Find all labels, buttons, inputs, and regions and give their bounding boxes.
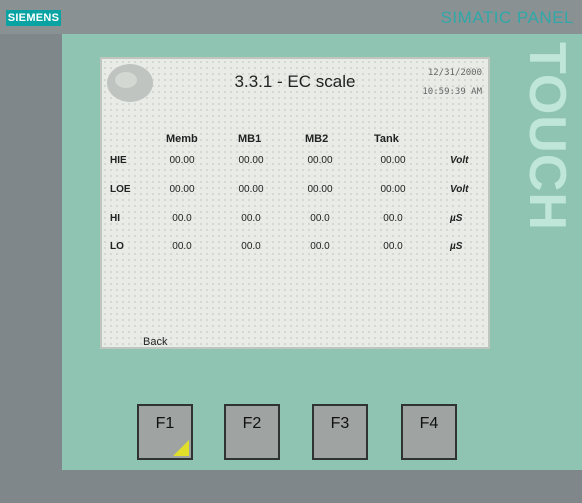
row-label-loe: LOE [110,184,131,195]
value-field[interactable]: 00.00 [370,155,416,166]
unit-label: Volt [450,155,469,166]
value-field[interactable]: 00.00 [159,155,205,166]
time-display: 10:59:39 AM [422,87,482,97]
value-field[interactable]: 00.0 [297,241,343,252]
f1-button[interactable]: F1 [137,404,193,460]
top-bar: SIEMENS SIMATIC PANEL [0,0,582,34]
value-field[interactable]: 00.00 [228,184,274,195]
value-field[interactable]: 00.00 [370,184,416,195]
column-header-mb1: MB1 [238,133,262,145]
f4-label: F4 [419,415,439,432]
value-field[interactable]: 00.00 [297,155,343,166]
indicator-triangle-icon [173,440,189,456]
date-display: 12/31/2000 [427,68,482,78]
screen-grid [102,59,488,347]
back-button[interactable]: Back [143,336,167,348]
value-field[interactable]: 00.0 [370,241,416,252]
touch-label: TOUCH [518,34,582,234]
unit-label: Volt [450,184,469,195]
value-field[interactable]: 00.00 [228,155,274,166]
column-header-mb2: MB2 [305,133,329,145]
f3-button[interactable]: F3 [312,404,368,460]
f4-button[interactable]: F4 [401,404,457,460]
row-label-hi: HI [110,213,120,224]
value-field[interactable]: 00.00 [159,184,205,195]
value-field[interactable]: 00.0 [370,213,416,224]
unit-label: µS [450,213,463,224]
value-field[interactable]: 00.00 [297,184,343,195]
column-header-tank: Tank [374,133,399,145]
display-screen[interactable]: 3.3.1 - EC scale 12/31/2000 10:59:39 AM … [100,57,490,349]
column-header-memb: Memb [166,133,198,145]
model-name: SIMATIC PANEL [440,8,574,27]
row-label-hie: HIE [110,155,127,166]
value-field[interactable]: 00.0 [159,213,205,224]
f2-label: F2 [242,415,262,432]
row-label-lo: LO [110,241,124,252]
f3-label: F3 [330,415,350,432]
brand-logo: SIEMENS [6,10,61,26]
value-field[interactable]: 00.0 [159,241,205,252]
f1-label: F1 [155,415,175,432]
value-field[interactable]: 00.0 [297,213,343,224]
f2-button[interactable]: F2 [224,404,280,460]
value-field[interactable]: 00.0 [228,213,274,224]
value-field[interactable]: 00.0 [228,241,274,252]
touch-text: TOUCH [518,42,576,231]
hmi-panel: SIEMENS SIMATIC PANEL TOUCH 3.3.1 - EC s… [0,0,582,503]
unit-label: µS [450,241,463,252]
